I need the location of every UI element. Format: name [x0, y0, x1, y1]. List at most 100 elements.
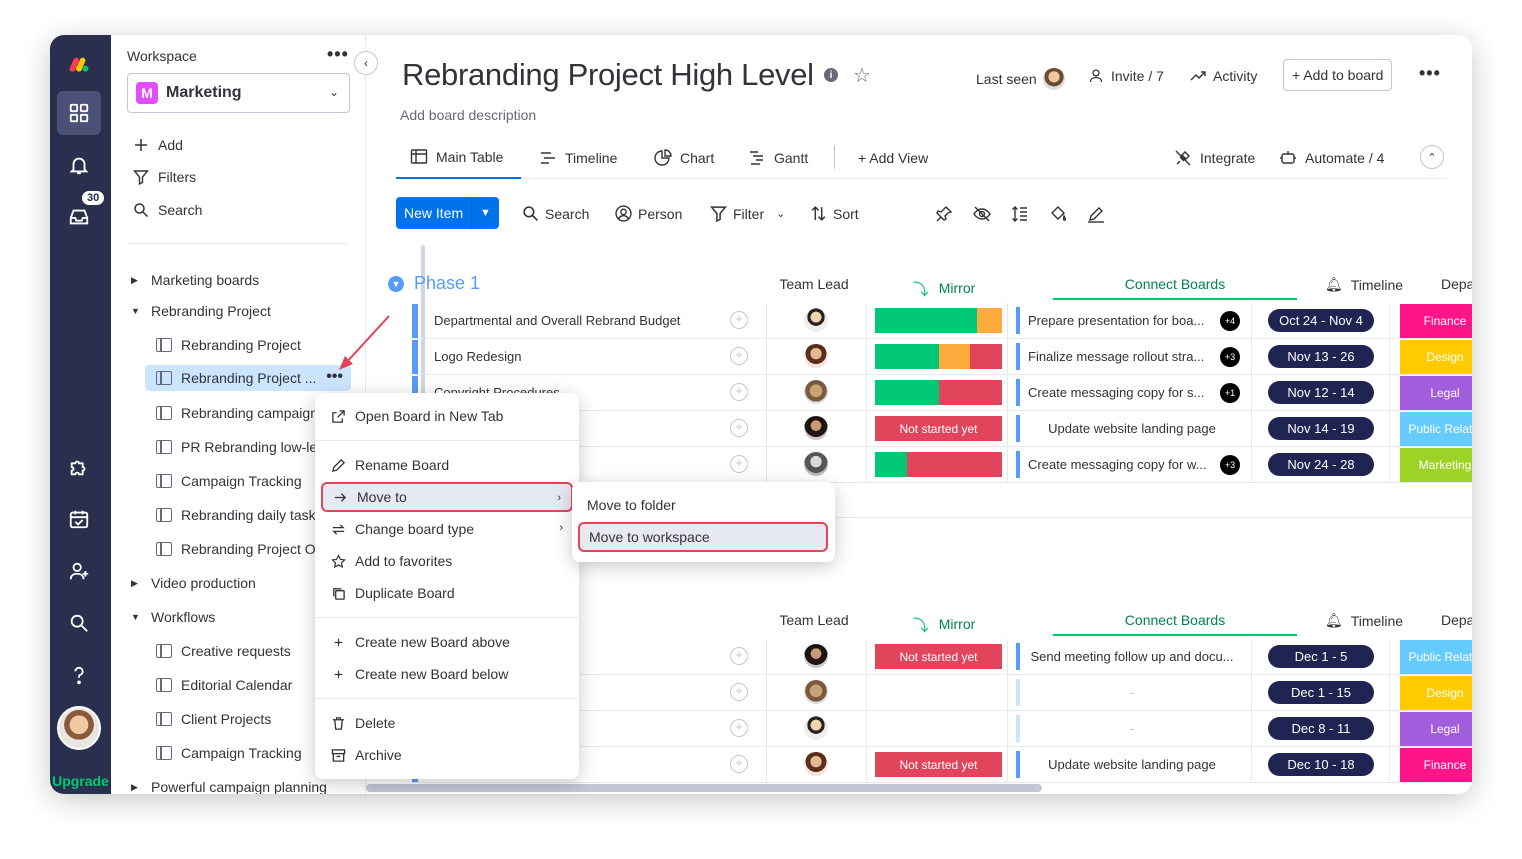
menu-move-to[interactable]: Move to ›: [321, 482, 573, 512]
menu-add-to-favorites[interactable]: Add to favorites: [321, 546, 573, 576]
department-label[interactable]: Finance: [1400, 304, 1472, 338]
col-team-lead[interactable]: Team Lead: [770, 276, 858, 292]
puzzle-icon[interactable]: [57, 445, 101, 489]
chevron-down-icon[interactable]: ▼: [471, 197, 499, 229]
connect-cell[interactable]: -: [1007, 711, 1251, 746]
eye-off-icon[interactable]: [973, 205, 991, 223]
team-lead-cell[interactable]: [766, 447, 866, 482]
pin-icon[interactable]: [935, 205, 953, 223]
connected-item[interactable]: Update website landing page: [1016, 751, 1244, 778]
add-update-icon[interactable]: +: [730, 719, 748, 737]
add-update-icon[interactable]: +: [730, 311, 748, 329]
department-label[interactable]: Public Relatio: [1400, 640, 1472, 674]
tab-main-table[interactable]: Main Table: [396, 137, 522, 179]
col-timeline[interactable]: 🔔︎ Timeline: [1309, 276, 1419, 293]
activity-button[interactable]: Activity: [1190, 68, 1257, 84]
timeline-cell[interactable]: Dec 8 - 11: [1251, 711, 1389, 746]
tree-folder-marketing-boards[interactable]: ▶ Marketing boards: [131, 267, 361, 293]
chevron-down-icon[interactable]: ⌄: [776, 207, 785, 220]
timeline-pill[interactable]: Oct 24 - Nov 4: [1268, 309, 1374, 332]
menu-duplicate-board[interactable]: Duplicate Board: [321, 578, 573, 608]
connected-item[interactable]: Update website landing page: [1016, 415, 1244, 442]
connected-item[interactable]: -: [1016, 679, 1244, 706]
row-height-icon[interactable]: [1011, 205, 1029, 223]
col-department[interactable]: Departmer: [1441, 276, 1472, 292]
horizontal-scrollbar[interactable]: [366, 784, 1042, 792]
add-update-icon[interactable]: +: [730, 383, 748, 401]
add-to-board-button[interactable]: + Add to board: [1283, 59, 1393, 91]
timeline-pill[interactable]: Dec 10 - 18: [1268, 753, 1374, 776]
submenu-move-to-folder[interactable]: Move to folder: [578, 490, 828, 520]
timeline-cell[interactable]: Oct 24 - Nov 4: [1251, 303, 1389, 338]
search-icon[interactable]: [57, 601, 101, 645]
collapse-sidebar-button[interactable]: ‹: [354, 51, 378, 75]
info-icon[interactable]: i: [824, 68, 838, 82]
add-update-icon[interactable]: +: [730, 455, 748, 473]
timeline-pill[interactable]: Nov 13 - 26: [1268, 345, 1374, 368]
col-connect-boards-2[interactable]: Connect Boards: [1053, 612, 1297, 636]
connected-item[interactable]: Prepare presentation for boa... +4: [1016, 307, 1244, 334]
table-row[interactable]: Departmental and Overall Rebrand Budget +…: [412, 303, 1472, 339]
sidebar-search[interactable]: Search: [133, 202, 202, 218]
sidebar-filters[interactable]: Filters: [133, 169, 196, 185]
connect-cell[interactable]: Create messaging copy for s... +1: [1007, 375, 1251, 410]
team-lead-cell[interactable]: [766, 639, 866, 674]
timeline-cell[interactable]: Dec 10 - 18: [1251, 747, 1389, 782]
add-view-button[interactable]: + Add View: [858, 137, 928, 179]
sort-button[interactable]: Sort: [810, 205, 859, 222]
search-button[interactable]: Search: [522, 205, 589, 222]
tab-gantt[interactable]: Gantt: [748, 137, 808, 179]
item-name[interactable]: Departmental and Overall Rebrand Budget: [434, 313, 680, 328]
sidebar-add[interactable]: Add: [133, 137, 183, 153]
connect-cell[interactable]: Create messaging copy for w... +3: [1007, 447, 1251, 482]
tab-chart[interactable]: Chart: [654, 137, 714, 179]
department-cell[interactable]: Design: [1389, 339, 1472, 374]
chevron-up-icon[interactable]: ⌃: [1420, 145, 1444, 169]
tree-board-selected[interactable]: Rebranding Project ... •••: [145, 365, 351, 391]
tab-timeline[interactable]: Timeline: [539, 137, 617, 179]
timeline-cell[interactable]: Dec 1 - 5: [1251, 639, 1389, 674]
workspace-selector[interactable]: M Marketing ⌄: [127, 73, 350, 113]
department-label[interactable]: Marketing: [1400, 448, 1472, 482]
connect-cell[interactable]: Update website landing page: [1007, 747, 1251, 782]
department-cell[interactable]: Public Relatio: [1389, 411, 1472, 446]
invite-button[interactable]: Invite / 7: [1089, 68, 1164, 84]
board-more-icon[interactable]: •••: [1419, 63, 1441, 84]
team-lead-cell[interactable]: [766, 303, 866, 338]
col-connect-boards[interactable]: Connect Boards: [1053, 276, 1297, 300]
col-team-lead-2[interactable]: Team Lead: [770, 612, 858, 628]
integrate-button[interactable]: Integrate: [1174, 137, 1255, 179]
add-update-icon[interactable]: +: [730, 647, 748, 665]
help-icon[interactable]: [57, 653, 101, 697]
calendar-check-icon[interactable]: [57, 497, 101, 541]
menu-rename-board[interactable]: Rename Board: [321, 450, 573, 480]
timeline-cell[interactable]: Nov 13 - 26: [1251, 339, 1389, 374]
department-cell[interactable]: Legal: [1389, 711, 1472, 746]
board-description[interactable]: Add board description: [400, 107, 536, 123]
menu-delete[interactable]: Delete: [321, 708, 573, 738]
department-cell[interactable]: Finance: [1389, 747, 1472, 782]
timeline-pill[interactable]: Dec 8 - 11: [1268, 717, 1374, 740]
department-cell[interactable]: Marketing: [1389, 447, 1472, 482]
connected-item[interactable]: Create messaging copy for w... +3: [1016, 451, 1244, 478]
team-lead-cell[interactable]: [766, 375, 866, 410]
connected-item[interactable]: Finalize message rollout stra... +3: [1016, 343, 1244, 370]
timeline-pill[interactable]: Dec 1 - 15: [1268, 681, 1374, 704]
group-header-phase-1[interactable]: ▼ Phase 1: [388, 273, 480, 294]
col-department-2[interactable]: Departmer: [1441, 612, 1472, 628]
menu-change-board-type[interactable]: Change board type ›: [321, 514, 573, 544]
tree-board-rebranding-project[interactable]: Rebranding Project: [156, 332, 361, 358]
paint-bucket-icon[interactable]: [1049, 205, 1067, 223]
department-label[interactable]: Public Relatio: [1400, 412, 1472, 446]
department-cell[interactable]: Legal: [1389, 375, 1472, 410]
add-update-icon[interactable]: +: [730, 347, 748, 365]
team-lead-cell[interactable]: [766, 675, 866, 710]
automate-button[interactable]: Automate / 4: [1279, 137, 1384, 179]
connect-cell[interactable]: Finalize message rollout stra... +3: [1007, 339, 1251, 374]
bell-icon[interactable]: [57, 143, 101, 187]
team-lead-cell[interactable]: [766, 747, 866, 782]
table-row[interactable]: Logo Redesign + Finalize message rollout s…: [412, 339, 1472, 375]
grid-icon[interactable]: [57, 91, 101, 135]
menu-create-board-below[interactable]: Create new Board below: [321, 659, 573, 689]
user-avatar[interactable]: [57, 706, 101, 750]
